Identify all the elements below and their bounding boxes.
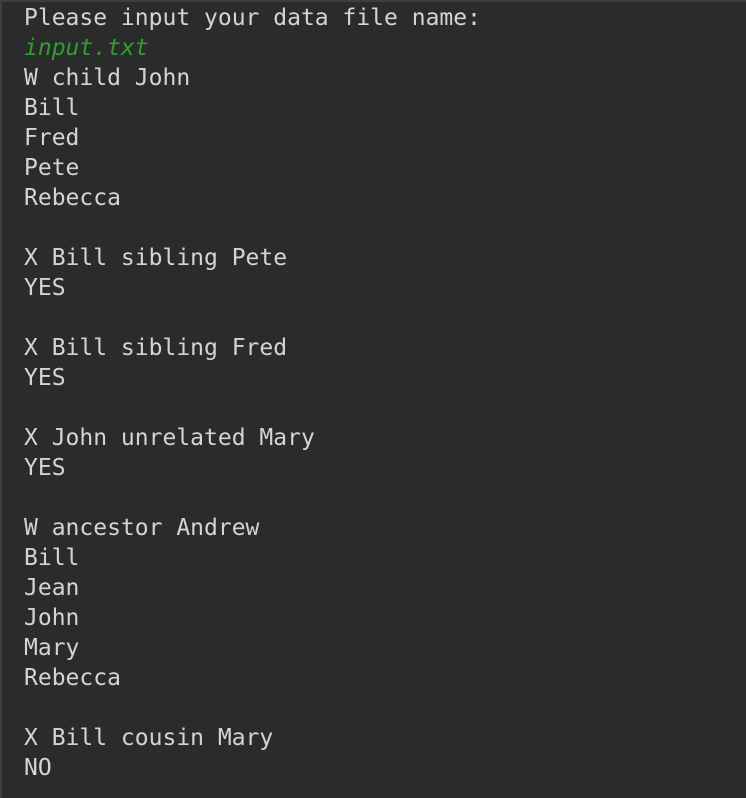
- output-line: X Bill cousin Mary: [24, 725, 274, 751]
- output-line: X Bill sibling Fred: [24, 335, 288, 361]
- output-line: NO: [24, 755, 52, 781]
- output-line: YES: [24, 455, 66, 481]
- output-lines: W child John Bill Fred Pete Rebecca X Bill si…: [24, 63, 746, 783]
- output-line: Bill: [24, 545, 80, 571]
- user-input-filename: input.txt: [24, 35, 149, 61]
- panel-top-border: [2, 0, 746, 2]
- output-line: YES: [24, 365, 66, 391]
- output-line: Pete: [24, 155, 80, 181]
- output-line: Bill: [24, 95, 80, 121]
- console-output[interactable]: Please input your data file name: input.…: [0, 0, 746, 798]
- output-line: Rebecca: [24, 665, 121, 691]
- output-line: Rebecca: [24, 185, 121, 211]
- output-line: X Bill sibling Pete: [24, 245, 288, 271]
- input-prompt: Please input your data file name:: [24, 5, 481, 31]
- output-line: W ancestor Andrew: [24, 515, 260, 541]
- output-line: Fred: [24, 125, 80, 151]
- output-line: W child John: [24, 65, 191, 91]
- output-line: X John unrelated Mary: [24, 425, 315, 451]
- output-line: Jean: [24, 575, 80, 601]
- output-line: Mary: [24, 635, 80, 661]
- output-line: YES: [24, 275, 66, 301]
- output-line: John: [24, 605, 80, 631]
